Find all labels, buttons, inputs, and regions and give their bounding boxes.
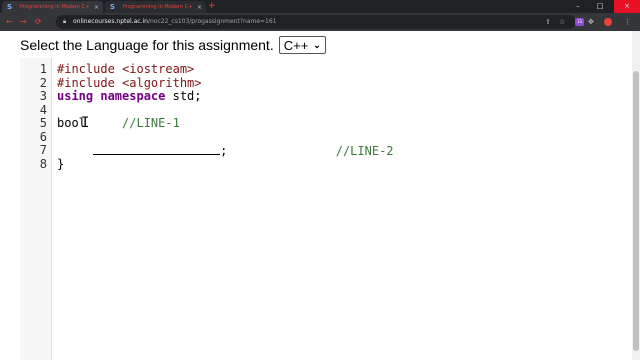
code-line: #include <iostream> xyxy=(57,62,394,77)
code-line: using namespace std; xyxy=(57,89,394,104)
language-row: Select the Language for this assignment.… xyxy=(20,36,326,54)
extensions-puzzle-icon[interactable]: ✥ xyxy=(588,13,594,31)
line-comment: //LINE-2 xyxy=(335,144,394,158)
browser-toolbar: ← → ⟳ 🔒︎ onlinecourses.nptel.ac.in/noc22… xyxy=(0,13,640,31)
nptel-favicon-icon: S xyxy=(7,2,13,11)
line-number: 4 xyxy=(39,102,47,117)
line-number: 8 xyxy=(39,156,47,171)
code-line: bool //LINE-1 xyxy=(57,116,394,131)
url-path: /noc22_cs103/progassignment?name=161 xyxy=(147,18,277,25)
line-number: 7 xyxy=(39,143,47,157)
maximize-icon[interactable]: □ xyxy=(590,0,610,13)
code-area[interactable]: #include <iostream> #include <algorithm>… xyxy=(57,62,394,172)
code-line: } xyxy=(57,156,394,172)
bookmark-star-icon[interactable]: ☆ xyxy=(559,13,565,31)
text-cursor-icon: I xyxy=(81,115,90,131)
line-number: 2 xyxy=(39,75,47,90)
share-icon[interactable]: ⇪ xyxy=(545,13,551,31)
line-number: 6 xyxy=(39,129,47,144)
tab-close-icon[interactable]: × xyxy=(197,4,202,11)
line-number: 5 xyxy=(39,116,47,130)
line-number-gutter: 1 2 3 4 5 6 7 8 xyxy=(20,58,52,360)
line-number: 1 xyxy=(39,62,47,76)
profile-avatar[interactable] xyxy=(604,18,612,26)
code-editor[interactable]: 1 2 3 4 5 6 7 8 #include <iostream> #inc… xyxy=(20,58,632,360)
fill-in-blank[interactable] xyxy=(93,144,221,155)
closing-brace: } xyxy=(57,156,65,171)
reload-icon[interactable]: ⟳ xyxy=(35,13,42,31)
chevron-down-icon: ⌄ xyxy=(313,39,321,50)
browser-tab[interactable]: S Programming in Modern C++ - ... × xyxy=(105,1,206,13)
tab-title: Programming in Modern C++ - ... xyxy=(20,4,90,10)
extension-icon[interactable]: 1S xyxy=(575,18,584,26)
language-label: Select the Language for this assignment. xyxy=(20,37,274,53)
page-scrollbar[interactable] xyxy=(632,31,640,360)
url-host: onlinecourses.nptel.ac.in xyxy=(73,18,148,25)
include-directive: #include <iostream> xyxy=(57,62,195,76)
browser-menu-icon[interactable]: ⋮ xyxy=(624,13,631,31)
browser-tab-strip: S Programming in Modern C++ - ... × S Pr… xyxy=(0,0,640,13)
window-close-icon[interactable]: × xyxy=(614,0,640,13)
forward-icon[interactable]: → xyxy=(20,13,27,31)
code-line: ; //LINE-2 xyxy=(57,144,394,158)
code-line: #include <algorithm> xyxy=(57,75,394,91)
lock-icon: 🔒︎ xyxy=(63,18,67,25)
language-selected-value: C++ xyxy=(283,37,309,53)
line-comment: //LINE-1 xyxy=(122,116,180,130)
scrollbar-thumb[interactable] xyxy=(633,71,639,351)
tab-title: Programming in Modern C++ - ... xyxy=(123,4,193,10)
using-keyword: using namespace xyxy=(57,89,166,103)
address-bar[interactable]: 🔒︎ onlinecourses.nptel.ac.in/noc22_cs103… xyxy=(56,15,576,29)
namespace-name: std; xyxy=(165,89,202,103)
include-directive: #include <algorithm> xyxy=(57,75,202,90)
line-number: 3 xyxy=(39,89,47,103)
browser-tab[interactable]: S Programming in Modern C++ - ... × xyxy=(2,1,103,13)
nptel-favicon-icon: S xyxy=(110,2,116,11)
tab-close-icon[interactable]: × xyxy=(94,4,99,11)
url-text: onlinecourses.nptel.ac.in/noc22_cs103/pr… xyxy=(73,15,277,29)
back-icon[interactable]: ← xyxy=(6,13,13,31)
language-select[interactable]: C++ ⌄ xyxy=(278,36,326,54)
minimize-icon[interactable]: – xyxy=(568,0,588,13)
new-tab-icon[interactable]: + xyxy=(208,1,216,12)
